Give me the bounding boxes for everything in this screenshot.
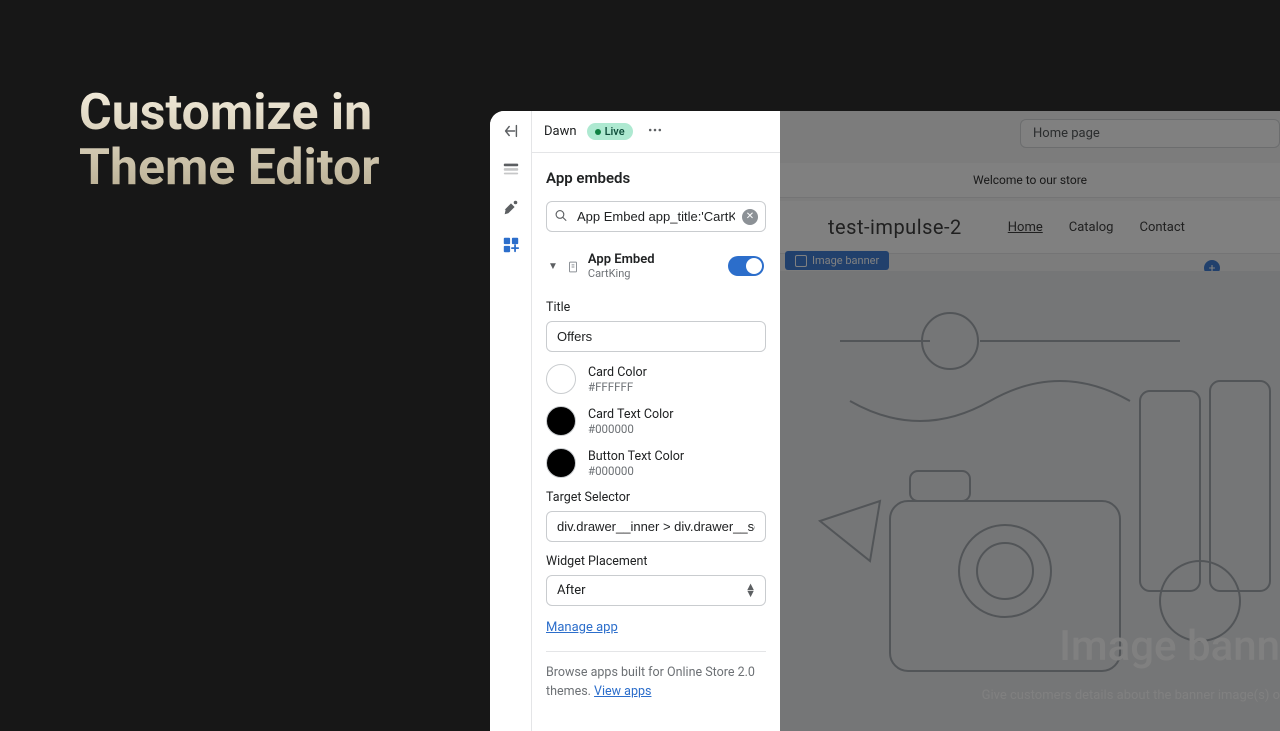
store-name: test-impulse-2 (828, 215, 962, 239)
hero-placeholder: Image bann Give customers details about … (780, 271, 1280, 731)
title-label: Title (546, 300, 766, 315)
settings-panel: App embeds ✕ ▼ App Embed Car (532, 153, 780, 731)
app-search: ✕ (546, 201, 766, 232)
more-menu-icon[interactable] (647, 122, 663, 142)
button-text-color-swatch[interactable] (546, 448, 576, 478)
card-color-label: Card Color (588, 365, 647, 380)
page-selector[interactable]: Home page (1020, 119, 1280, 148)
divider (546, 651, 766, 652)
announcement-bar: Welcome to our store (780, 163, 1280, 198)
placement-label: Widget Placement (546, 554, 766, 569)
card-color-swatch[interactable] (546, 364, 576, 394)
headline-line2: Theme Editor (79, 139, 380, 197)
footer-note: Browse apps built for Online Store 2.0 t… (546, 664, 766, 702)
card-color-hex: #FFFFFF (588, 380, 647, 394)
target-label: Target Selector (546, 490, 766, 505)
app-embeds-icon[interactable] (501, 235, 521, 255)
app-embed-row[interactable]: ▼ App Embed CartKing (546, 246, 766, 294)
embed-toggle[interactable] (728, 256, 764, 276)
card-text-color-swatch[interactable] (546, 406, 576, 436)
button-text-color-row[interactable]: Button Text Color #000000 (546, 448, 766, 478)
embed-title: App Embed (588, 252, 720, 267)
view-apps-link[interactable]: View apps (594, 684, 651, 699)
theme-editor-window: Dawn Live App embeds ✕ ▼ (490, 111, 780, 731)
nav-home[interactable]: Home (1008, 220, 1043, 235)
editor-main-column: Dawn Live App embeds ✕ ▼ (532, 111, 780, 731)
search-input[interactable] (546, 201, 766, 232)
theme-name: Dawn (544, 124, 577, 139)
hero-title: Image bann (1059, 622, 1280, 671)
embed-subtitle: CartKing (588, 267, 720, 280)
preview-canvas: Home page Welcome to our store test-impu… (780, 111, 1280, 731)
card-text-color-label: Card Text Color (588, 407, 674, 422)
section-chip[interactable]: Image banner (785, 251, 889, 270)
card-text-color-row[interactable]: Card Text Color #000000 (546, 406, 766, 436)
live-badge: Live (587, 123, 633, 140)
marketing-headline: Customize in Theme Editor (79, 86, 380, 196)
nav-catalog[interactable]: Catalog (1069, 220, 1114, 235)
title-input[interactable] (546, 321, 766, 352)
chevron-down-icon[interactable]: ▼ (548, 261, 558, 272)
manage-app-link[interactable]: Manage app (546, 620, 618, 635)
editor-top-bar: Dawn Live (532, 111, 780, 153)
block-icon (566, 259, 580, 273)
button-text-color-label: Button Text Color (588, 449, 684, 464)
hero-subtitle: Give customers details about the banner … (982, 688, 1280, 703)
add-section-icon[interactable]: + (1204, 260, 1220, 276)
headline-line1: Customize in (79, 84, 372, 142)
nav-contact[interactable]: Contact (1139, 220, 1184, 235)
clear-search-icon[interactable]: ✕ (742, 209, 758, 225)
sections-icon[interactable] (501, 159, 521, 179)
card-color-row[interactable]: Card Color #FFFFFF (546, 364, 766, 394)
panel-heading: App embeds (532, 153, 780, 201)
button-text-color-hex: #000000 (588, 464, 684, 478)
theme-settings-icon[interactable] (501, 197, 521, 217)
card-text-color-hex: #000000 (588, 422, 674, 436)
placement-select[interactable]: After (546, 575, 766, 606)
select-caret-icon: ▲▼ (745, 583, 756, 597)
exit-icon[interactable] (501, 121, 521, 141)
editor-icon-rail (490, 111, 532, 731)
target-input[interactable] (546, 511, 766, 542)
search-icon (554, 207, 568, 226)
storefront-nav: test-impulse-2 Home Catalog Contact (780, 201, 1280, 254)
